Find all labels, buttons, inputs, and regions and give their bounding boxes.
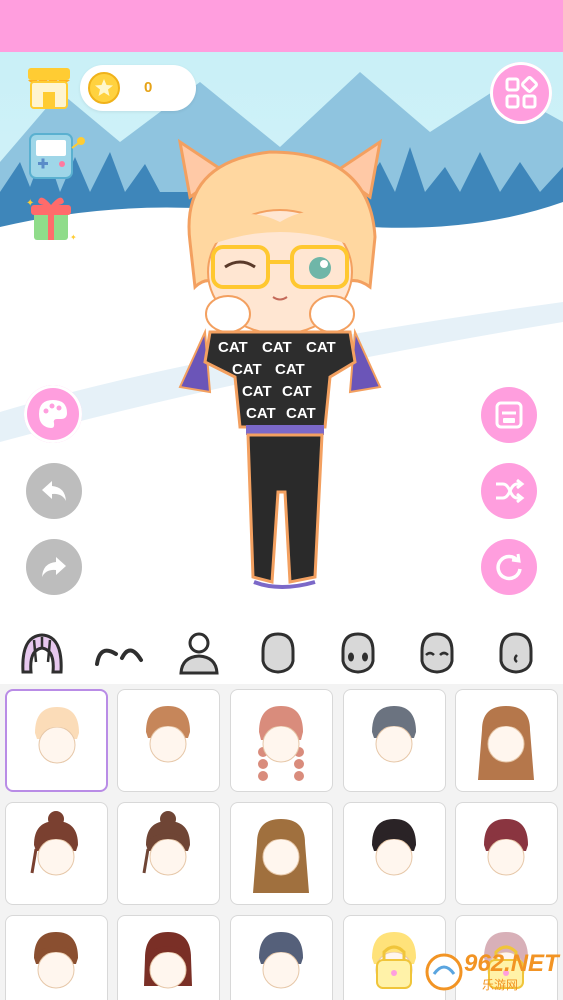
- hair-preview: [34, 932, 78, 989]
- hair-preview: [484, 819, 528, 876]
- hair-preview: [142, 811, 190, 876]
- body-icon[interactable]: [174, 630, 224, 676]
- hair-preview: [372, 706, 416, 763]
- svg-text:CAT: CAT: [246, 405, 276, 422]
- paw-right: [309, 295, 355, 333]
- eyebrows-icon[interactable]: [94, 630, 144, 676]
- gift-icon[interactable]: ✦ ✦: [24, 192, 80, 246]
- hair-item[interactable]: [230, 915, 333, 1000]
- coin-value: 0: [144, 79, 153, 96]
- hair-item[interactable]: [117, 915, 220, 1000]
- hair-preview: [144, 932, 192, 989]
- hair-preview: [35, 707, 79, 764]
- character[interactable]: CAT CAT CAT CAT CAT CAT CAT CAT CAT: [150, 122, 410, 602]
- hair-preview: [253, 819, 309, 893]
- palette-icon[interactable]: [24, 385, 82, 443]
- face-closed-eyes-icon[interactable]: [412, 630, 462, 676]
- shop-icon[interactable]: [24, 62, 74, 112]
- svg-text:CAT: CAT: [286, 405, 316, 422]
- top-status-bar: [0, 0, 563, 52]
- face-side-icon[interactable]: [491, 630, 541, 676]
- undo-icon[interactable]: [26, 463, 82, 519]
- hair-item[interactable]: [230, 802, 333, 905]
- menu-grid-icon[interactable]: [490, 62, 552, 124]
- hair-item[interactable]: [117, 802, 220, 905]
- hair-item[interactable]: [117, 689, 220, 792]
- hair-item[interactable]: [230, 689, 333, 792]
- save-icon[interactable]: [481, 387, 537, 443]
- pants: [246, 433, 324, 584]
- paw-left: [205, 295, 251, 333]
- refresh-icon[interactable]: [481, 539, 537, 595]
- svg-text:CAT: CAT: [306, 339, 336, 356]
- star-coin-icon: [88, 72, 120, 104]
- hair-preview: [146, 706, 190, 763]
- hair-item[interactable]: [5, 915, 108, 1000]
- hair-item[interactable]: [455, 802, 558, 905]
- svg-text:✦: ✦: [26, 198, 34, 209]
- shirt-text-1: CAT: [218, 339, 248, 356]
- svg-text:CAT: CAT: [262, 339, 292, 356]
- hair-item[interactable]: [5, 802, 108, 905]
- hair-item[interactable]: [455, 689, 558, 792]
- svg-text:CAT: CAT: [242, 383, 272, 400]
- hair-icon[interactable]: [17, 630, 67, 676]
- hair-preview: [478, 706, 534, 780]
- hair-preview: [258, 706, 304, 781]
- watermark: 962.NET 乐游网: [422, 948, 559, 994]
- hair-item[interactable]: [343, 689, 446, 792]
- open-eye: [309, 257, 331, 279]
- svg-text:✦: ✦: [70, 233, 77, 242]
- handheld-game-icon[interactable]: [26, 130, 88, 182]
- head-shape-icon[interactable]: [253, 630, 303, 676]
- redo-icon[interactable]: [26, 539, 82, 595]
- hair-item[interactable]: [343, 802, 446, 905]
- face-eyes-icon[interactable]: [333, 630, 383, 676]
- category-tab-bar: [0, 622, 563, 684]
- svg-text:CAT: CAT: [282, 383, 312, 400]
- coin-counter[interactable]: 0: [80, 65, 196, 111]
- svg-text:CAT: CAT: [232, 361, 262, 378]
- hair-preview: [259, 932, 303, 989]
- svg-text:CAT: CAT: [275, 361, 305, 378]
- hair-preview: [372, 819, 416, 876]
- hair-item[interactable]: [5, 689, 108, 792]
- hair-preview: [30, 811, 78, 876]
- shuffle-icon[interactable]: [481, 463, 537, 519]
